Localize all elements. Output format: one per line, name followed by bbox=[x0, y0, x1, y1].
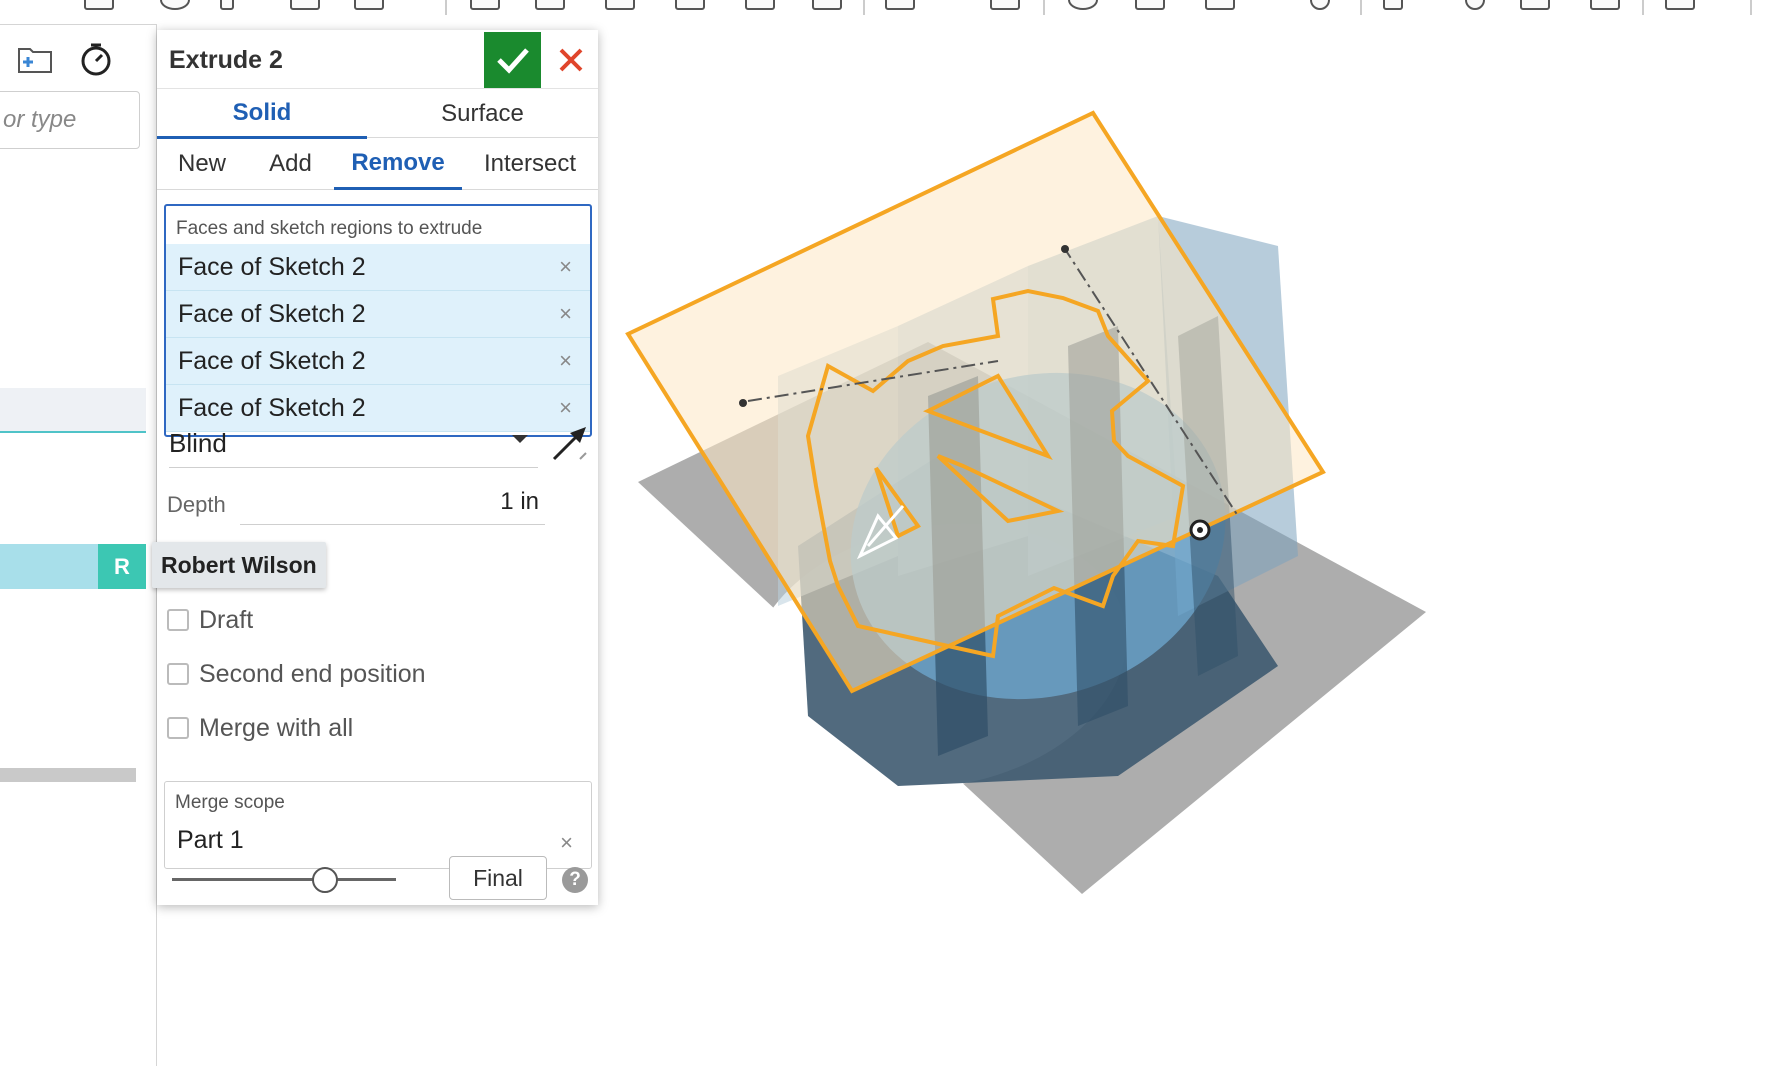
help-icon[interactable]: ? bbox=[562, 867, 588, 893]
merge-scope-label: Merge scope bbox=[175, 792, 285, 813]
selection-item-label: Face of Sketch 2 bbox=[178, 299, 366, 328]
toolbar-tool-icon[interactable] bbox=[1665, 0, 1695, 10]
horizontal-scrollbar[interactable] bbox=[0, 768, 136, 782]
depth-label: Depth bbox=[167, 492, 226, 517]
merge-all-label: Merge with all bbox=[199, 713, 354, 742]
merge-all-checkbox-row[interactable]: Merge with all bbox=[167, 710, 353, 746]
flip-direction-button[interactable] bbox=[550, 423, 590, 463]
graphics-viewport[interactable] bbox=[598, 16, 1792, 1066]
draft-checkbox-row[interactable]: Draft bbox=[167, 602, 253, 638]
feature-list-panel: R bbox=[0, 24, 157, 1066]
toolbar-divider bbox=[1043, 0, 1045, 15]
depth-input[interactable] bbox=[240, 480, 545, 524]
rollback-timer-icon[interactable] bbox=[78, 41, 114, 83]
second-end-checkbox[interactable] bbox=[167, 663, 189, 685]
toolbar-tool-icon[interactable] bbox=[1310, 0, 1330, 10]
cancel-button[interactable] bbox=[544, 32, 598, 88]
remove-selection-icon[interactable]: × bbox=[559, 395, 572, 421]
toolbar-tool-icon[interactable] bbox=[220, 0, 234, 10]
close-icon bbox=[559, 48, 583, 72]
user-avatar-badge[interactable]: R bbox=[98, 544, 146, 589]
dialog-header: Extrude 2 bbox=[157, 30, 598, 88]
onshape-window: R Robert Wilson Extrude 2 Solid Surface … bbox=[0, 0, 1792, 1066]
merge-scope-value: Part 1 bbox=[177, 826, 244, 854]
rollback-slider-thumb[interactable] bbox=[312, 867, 338, 893]
selection-item-label: Face of Sketch 2 bbox=[178, 346, 366, 375]
extrude-type-tabs: Solid Surface bbox=[157, 88, 598, 139]
checkmark-icon bbox=[496, 48, 529, 74]
remove-merge-scope-icon[interactable]: × bbox=[560, 830, 573, 856]
tab-new[interactable]: New bbox=[157, 138, 247, 190]
toolbar-tool-icon[interactable] bbox=[1068, 0, 1098, 10]
end-type-dropdown[interactable]: Blind bbox=[169, 418, 538, 468]
draft-checkbox[interactable] bbox=[167, 609, 189, 631]
tab-intersect[interactable]: Intersect bbox=[462, 138, 598, 190]
second-end-checkbox-row[interactable]: Second end position bbox=[167, 656, 426, 692]
sketch-point bbox=[739, 399, 747, 407]
rollback-slider-track[interactable] bbox=[172, 878, 396, 881]
feature-search-input[interactable] bbox=[0, 92, 139, 148]
tab-surface[interactable]: Surface bbox=[367, 89, 598, 139]
toolbar-tool-icon[interactable] bbox=[1383, 0, 1403, 10]
toolbar-divider bbox=[863, 0, 865, 15]
operation-tabs: New Add Remove Intersect bbox=[157, 138, 598, 190]
feature-list-row-selected[interactable] bbox=[0, 544, 98, 589]
merge-all-checkbox[interactable] bbox=[167, 717, 189, 739]
toolbar-tool-icon[interactable] bbox=[354, 0, 384, 10]
remove-selection-icon[interactable]: × bbox=[559, 348, 572, 374]
faces-selection-box[interactable]: Faces and sketch regions to extrude Face… bbox=[164, 204, 592, 437]
add-folder-icon[interactable] bbox=[16, 43, 54, 81]
toolbar-tool-icon[interactable] bbox=[745, 0, 775, 10]
selection-item[interactable]: Face of Sketch 2 × bbox=[166, 291, 590, 338]
toolbar-tool-icon[interactable] bbox=[990, 0, 1020, 10]
toolbar-divider bbox=[1750, 0, 1752, 15]
toolbar-divider bbox=[1642, 0, 1644, 15]
selection-item-label: Face of Sketch 2 bbox=[178, 252, 366, 281]
toolbar-tool-icon[interactable] bbox=[535, 0, 565, 10]
final-button[interactable]: Final bbox=[449, 856, 547, 900]
toolbar-tool-icon[interactable] bbox=[605, 0, 635, 10]
origin-marker-center bbox=[1197, 527, 1203, 533]
toolbar-tool-icon[interactable] bbox=[1465, 0, 1485, 10]
sketch-point bbox=[1061, 245, 1069, 253]
toolbar-tool-icon[interactable] bbox=[1135, 0, 1165, 10]
selection-label: Faces and sketch regions to extrude bbox=[176, 218, 483, 239]
end-type-value: Blind bbox=[169, 428, 227, 458]
draft-label: Draft bbox=[199, 605, 254, 634]
dialog-title: Extrude 2 bbox=[169, 46, 283, 74]
toolbar-tool-icon[interactable] bbox=[675, 0, 705, 10]
toolbar-tool-icon[interactable] bbox=[160, 0, 190, 10]
direction-arrow-icon bbox=[552, 427, 587, 461]
remove-selection-icon[interactable]: × bbox=[559, 301, 572, 327]
toolbar-tool-icon[interactable] bbox=[470, 0, 500, 10]
toolbar-tool-icon[interactable] bbox=[290, 0, 320, 10]
accept-button[interactable] bbox=[484, 32, 541, 88]
second-end-label: Second end position bbox=[199, 659, 426, 688]
toolbar-tool-icon[interactable] bbox=[885, 0, 915, 10]
toolbar-divider bbox=[445, 0, 447, 15]
tab-add[interactable]: Add bbox=[247, 138, 334, 190]
chevron-down-icon bbox=[512, 435, 528, 443]
toolbar-tool-icon[interactable] bbox=[84, 0, 114, 10]
selection-item[interactable]: Face of Sketch 2 × bbox=[166, 244, 590, 291]
remove-selection-icon[interactable]: × bbox=[559, 254, 572, 280]
model-render[interactable] bbox=[598, 16, 1792, 1066]
feature-search-box[interactable] bbox=[0, 91, 140, 149]
depth-field[interactable] bbox=[240, 480, 545, 525]
toolbar-tool-icon[interactable] bbox=[1205, 0, 1235, 10]
feature-list-row[interactable] bbox=[0, 388, 146, 433]
feature-toolbar bbox=[0, 0, 1792, 16]
extrude-dialog: Extrude 2 Solid Surface New Add Remove I… bbox=[157, 30, 598, 905]
user-name-tooltip: Robert Wilson bbox=[152, 542, 326, 588]
tab-solid[interactable]: Solid bbox=[157, 89, 367, 139]
toolbar-tool-icon[interactable] bbox=[1520, 0, 1550, 10]
selection-item[interactable]: Face of Sketch 2 × bbox=[166, 338, 590, 385]
toolbar-tool-icon[interactable] bbox=[1590, 0, 1620, 10]
toolbar-divider bbox=[1360, 0, 1362, 15]
toolbar-tool-icon[interactable] bbox=[812, 0, 842, 10]
tab-remove[interactable]: Remove bbox=[334, 138, 462, 190]
